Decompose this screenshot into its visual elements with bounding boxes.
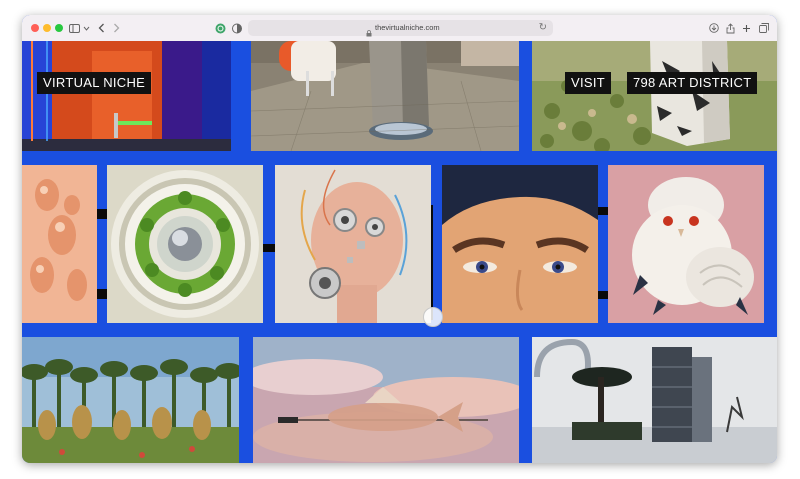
visit-label[interactable]: VISIT (565, 72, 612, 94)
new-tab-icon[interactable] (741, 20, 752, 36)
divider-bar (97, 289, 107, 299)
gallery-tile-green-ring-sculpture[interactable] (107, 165, 263, 323)
extension-icon[interactable] (214, 20, 226, 36)
chevron-down-icon[interactable] (82, 20, 90, 36)
gallery-tile-stylized-face-closeup[interactable] (442, 165, 598, 323)
divider-bar (598, 291, 608, 299)
divider-bar (263, 244, 275, 252)
gallery-tile-cyborg-head[interactable] (275, 165, 431, 323)
browser-window: thevirtualniche.com ↻ VIRTUAL NICHE VISI… (22, 15, 777, 463)
gallery-tile-orange-neon-room[interactable] (22, 41, 231, 151)
back-icon[interactable] (96, 20, 106, 36)
close-window-button[interactable] (31, 24, 39, 32)
browser-toolbar: thevirtualniche.com ↻ (22, 15, 777, 42)
divider-bar (97, 209, 107, 219)
gallery-tile-peach-figures[interactable] (22, 165, 97, 323)
divider-bar (431, 205, 433, 320)
virtual-niche-label[interactable]: VIRTUAL NICHE (37, 72, 152, 94)
minimize-window-button[interactable] (43, 24, 51, 32)
art-district-label[interactable]: 798 ART DISTRICT (627, 72, 758, 94)
gallery-tile-marble-block-in-grass[interactable] (532, 41, 777, 151)
tabs-overview-icon[interactable] (758, 20, 769, 36)
sidebar-icon[interactable] (68, 20, 80, 36)
scroll-indicator[interactable] (423, 307, 443, 327)
url-text: thevirtualniche.com (375, 23, 440, 32)
address-bar[interactable]: thevirtualniche.com ↻ (248, 20, 553, 37)
shield-icon[interactable] (231, 20, 243, 36)
webpage-content: VIRTUAL NICHE VISIT 798 ART DISTRICT (22, 41, 777, 463)
lock-icon (366, 24, 372, 37)
gallery-tile-floating-fish-sword[interactable] (253, 337, 519, 463)
gallery-tile-concrete-pillar-sculpture[interactable] (251, 41, 519, 151)
forward-icon[interactable] (111, 20, 121, 36)
gallery-tile-white-owl-sculpture[interactable] (608, 165, 764, 323)
zoom-window-button[interactable] (55, 24, 63, 32)
share-icon[interactable] (725, 20, 736, 36)
reload-icon[interactable]: ↻ (539, 22, 547, 33)
gallery-tile-golden-figures-forest[interactable] (22, 337, 239, 463)
download-icon[interactable] (708, 20, 719, 36)
divider-bar (598, 207, 608, 215)
gallery-tile-futuristic-building[interactable] (532, 337, 777, 463)
